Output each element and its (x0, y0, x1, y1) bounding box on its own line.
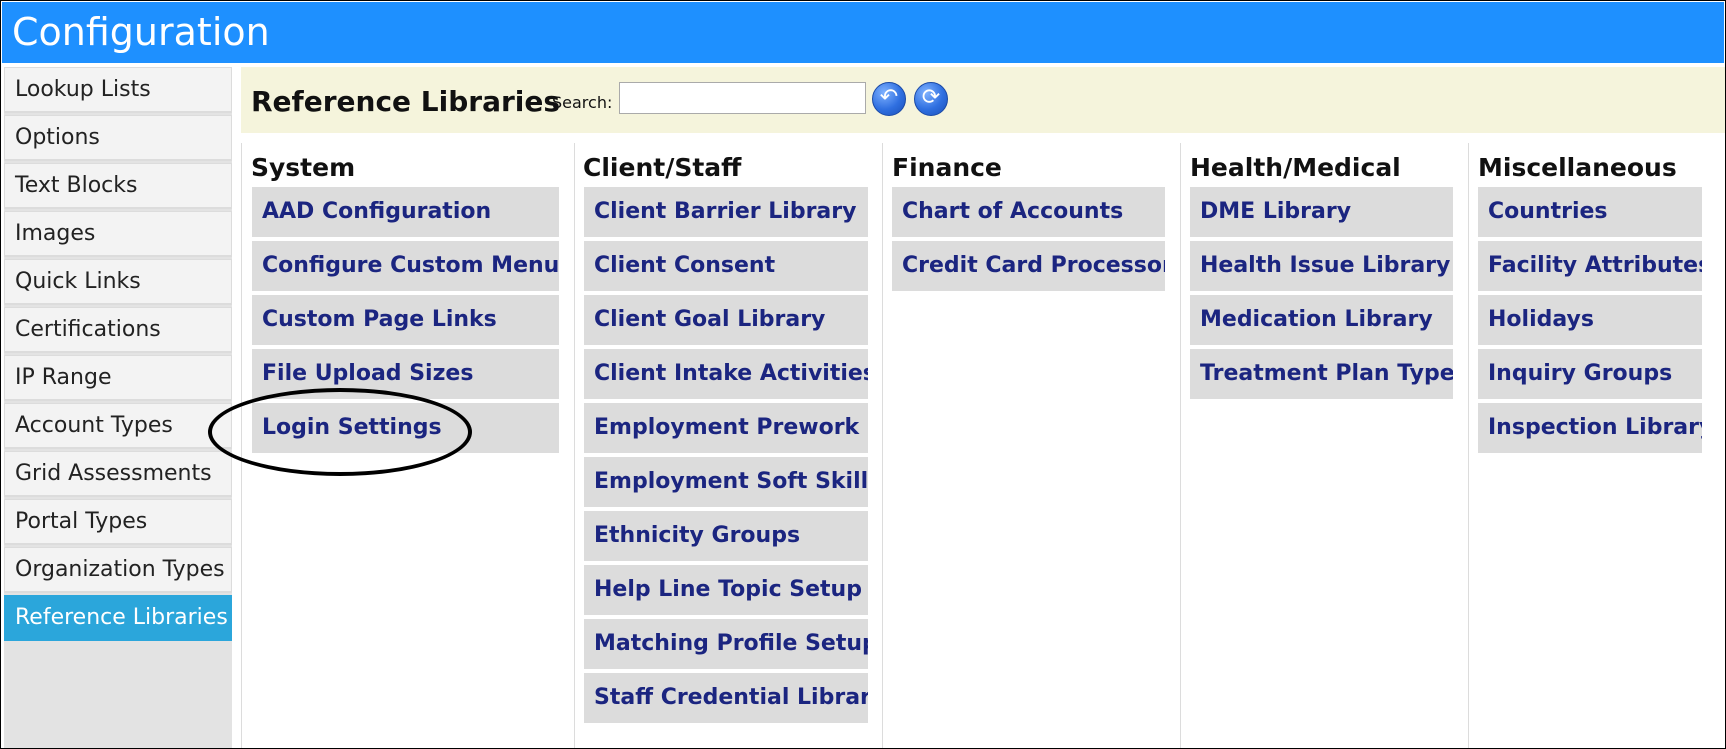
library-link-health-issue-library[interactable]: Health Issue Library (1190, 241, 1453, 291)
library-link-client-goal-library[interactable]: Client Goal Library (584, 295, 868, 345)
page-title: Reference Libraries (251, 85, 561, 118)
column-divider (574, 143, 575, 748)
library-list: AAD Configuration Configure Custom Menus C… (252, 187, 559, 457)
library-link-custom-page-links[interactable]: Custom Page Links (252, 295, 559, 345)
column-title: Health/Medical (1190, 153, 1401, 182)
title-bar: Configuration (2, 2, 1724, 63)
search-label: Search: (552, 93, 613, 112)
search-input[interactable] (619, 82, 866, 114)
sidebar-item-quick-links[interactable]: Quick Links (4, 259, 232, 305)
sidebar-item-organization-types[interactable]: Organization Types (4, 547, 232, 593)
column-title: Client/Staff (583, 153, 742, 182)
column-client-staff: Client/Staff Client Barrier Library Clien… (574, 143, 882, 748)
page-header: Reference Libraries Search: ↶ ⟳ (241, 67, 1725, 133)
reference-library-grid: System AAD Configuration Configure Custom… (241, 143, 1725, 748)
sidebar-item-lookup-lists[interactable]: Lookup Lists (4, 67, 232, 113)
library-link-login-settings[interactable]: Login Settings (252, 403, 559, 453)
column-title: System (251, 153, 356, 182)
library-list: Client Barrier Library Client Consent Clie… (584, 187, 868, 727)
configuration-window: Configuration Lookup Lists Options Text … (0, 0, 1726, 749)
refresh-button[interactable]: ⟳ (914, 82, 948, 116)
column-divider (241, 143, 242, 748)
window-title: Configuration (12, 10, 270, 54)
sidebar-item-reference-libraries[interactable]: Reference Libraries (4, 595, 232, 641)
library-link-holidays[interactable]: Holidays (1478, 295, 1702, 345)
library-list: Countries Facility Attributes Holidays Inqu… (1478, 187, 1702, 457)
library-link-configure-custom-menus[interactable]: Configure Custom Menus (252, 241, 559, 291)
sidebar-item-text-blocks[interactable]: Text Blocks (4, 163, 232, 209)
library-list: DME Library Health Issue Library Medicatio… (1190, 187, 1453, 403)
library-link-credit-card-processors[interactable]: Credit Card Processors (892, 241, 1165, 291)
column-finance: Finance Chart of Accounts Credit Card Pro… (882, 143, 1180, 748)
library-link-client-intake-activities[interactable]: Client Intake Activities (584, 349, 868, 399)
library-link-file-upload-sizes[interactable]: File Upload Sizes (252, 349, 559, 399)
library-link-employment-prework[interactable]: Employment Prework (584, 403, 868, 453)
library-link-client-consent[interactable]: Client Consent (584, 241, 868, 291)
column-divider (1468, 143, 1469, 748)
column-title: Miscellaneous (1478, 153, 1677, 182)
back-button[interactable]: ↶ (872, 82, 906, 116)
library-link-employment-soft-skills[interactable]: Employment Soft Skills (584, 457, 868, 507)
library-link-treatment-plan-types[interactable]: Treatment Plan Types (1190, 349, 1453, 399)
sidebar-item-account-types[interactable]: Account Types (4, 403, 232, 449)
library-link-medication-library[interactable]: Medication Library (1190, 295, 1453, 345)
library-link-dme-library[interactable]: DME Library (1190, 187, 1453, 237)
library-link-inquiry-groups[interactable]: Inquiry Groups (1478, 349, 1702, 399)
sidebar-item-grid-assessments[interactable]: Grid Assessments (4, 451, 232, 497)
library-link-help-line-topic-setup[interactable]: Help Line Topic Setup (584, 565, 868, 615)
sidebar-item-images[interactable]: Images (4, 211, 232, 257)
sidebar-item-portal-types[interactable]: Portal Types (4, 499, 232, 545)
sidebar-item-certifications[interactable]: Certifications (4, 307, 232, 353)
library-link-staff-credential-library[interactable]: Staff Credential Library (584, 673, 868, 723)
library-link-facility-attributes[interactable]: Facility Attributes (1478, 241, 1702, 291)
column-miscellaneous: Miscellaneous Countries Facility Attribut… (1468, 143, 1725, 748)
library-link-ethnicity-groups[interactable]: Ethnicity Groups (584, 511, 868, 561)
undo-arrow-icon: ↶ (879, 85, 899, 110)
column-system: System AAD Configuration Configure Custom… (241, 143, 574, 748)
column-health-medical: Health/Medical DME Library Health Issue L… (1180, 143, 1468, 748)
library-list: Chart of Accounts Credit Card Processors (892, 187, 1165, 295)
library-link-client-barrier-library[interactable]: Client Barrier Library (584, 187, 868, 237)
sidebar: Lookup Lists Options Text Blocks Images … (4, 67, 232, 748)
library-link-countries[interactable]: Countries (1478, 187, 1702, 237)
library-link-chart-of-accounts[interactable]: Chart of Accounts (892, 187, 1165, 237)
sidebar-item-options[interactable]: Options (4, 115, 232, 161)
column-divider (1180, 143, 1181, 748)
column-title: Finance (892, 153, 1002, 182)
library-link-aad-configuration[interactable]: AAD Configuration (252, 187, 559, 237)
refresh-icon: ⟳ (921, 85, 941, 110)
library-link-matching-profile-setup[interactable]: Matching Profile Setup (584, 619, 868, 669)
library-link-inspection-library[interactable]: Inspection Library (1478, 403, 1702, 453)
column-divider (882, 143, 883, 748)
sidebar-item-ip-range[interactable]: IP Range (4, 355, 232, 401)
